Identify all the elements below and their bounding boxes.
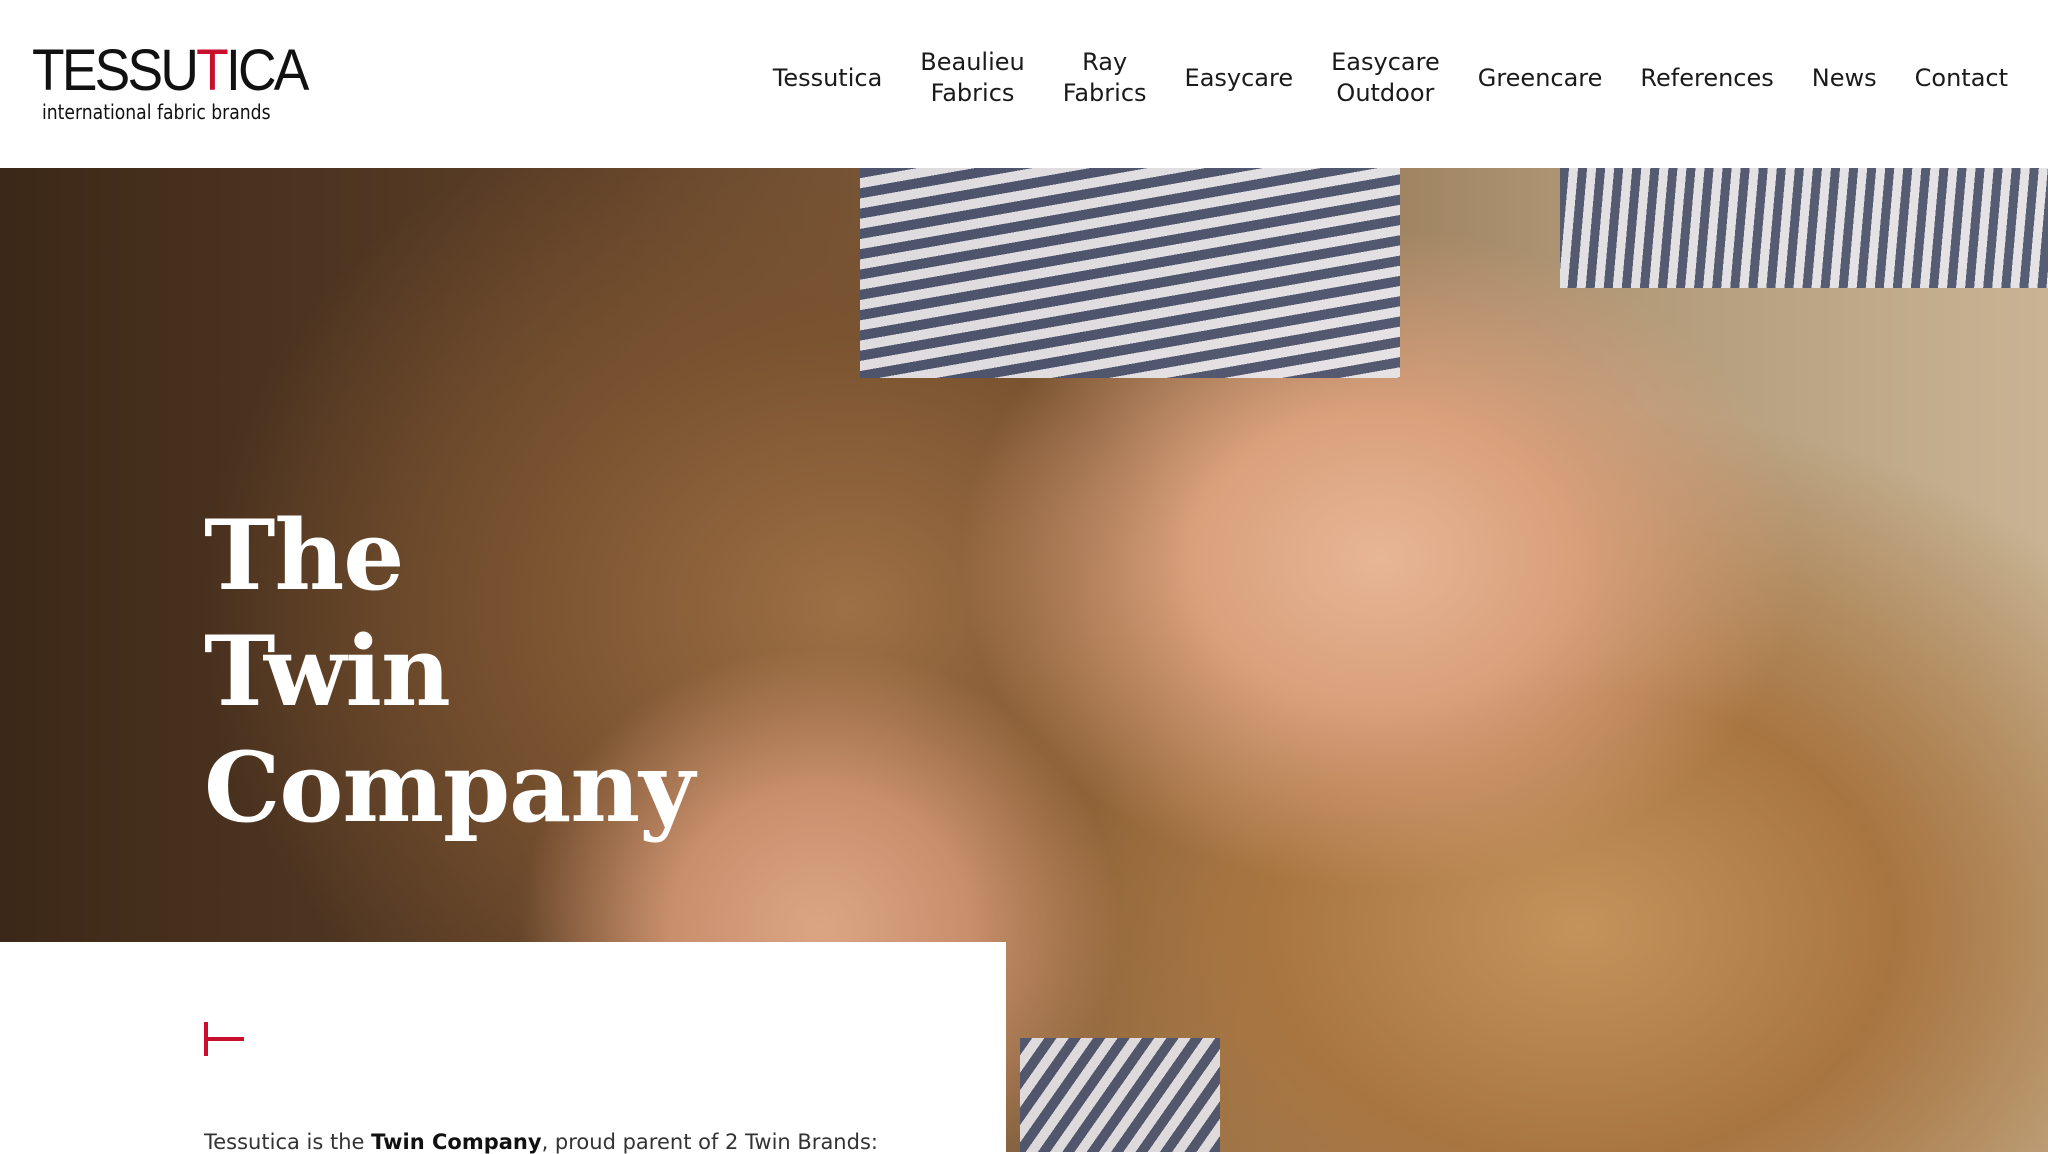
striped-shirt-detail (1560, 168, 2048, 288)
intro-card (0, 942, 1006, 1152)
nav-item-ray-fabrics[interactable]: Ray Fabrics (1063, 47, 1147, 109)
logo-tagline: international fabric brands (42, 100, 271, 124)
nav-item-contact[interactable]: Contact (1915, 63, 2008, 94)
hero-title: The Twin Company (204, 499, 695, 844)
striped-shirt-detail (1020, 1038, 1220, 1152)
intro-bold-twin-company: Twin Company (371, 1130, 542, 1154)
nav-item-easycare[interactable]: Easycare (1185, 63, 1294, 94)
nav-item-references[interactable]: References (1640, 63, 1773, 94)
main-nav: Tessutica Beaulieu Fabrics Ray Fabrics E… (773, 0, 2008, 156)
nav-item-tessutica[interactable]: Tessutica (773, 63, 883, 94)
tessutica-mark-icon (204, 1022, 244, 1056)
site-header: TESSUTICA international fabric brands Te… (0, 0, 2048, 168)
nav-item-beaulieu-fabrics[interactable]: Beaulieu Fabrics (920, 47, 1024, 109)
nav-item-news[interactable]: News (1812, 63, 1877, 94)
nav-item-easycare-outdoor[interactable]: Easycare Outdoor (1331, 47, 1440, 109)
intro-text: Tessutica is the Twin Company, proud par… (204, 1130, 878, 1154)
logo-wordmark: TESSUTICA (32, 38, 309, 103)
nav-item-greencare[interactable]: Greencare (1478, 63, 1603, 94)
tessutica-logo[interactable]: TESSUTICA international fabric brands (32, 42, 309, 127)
striped-shirt-detail (860, 168, 1400, 378)
